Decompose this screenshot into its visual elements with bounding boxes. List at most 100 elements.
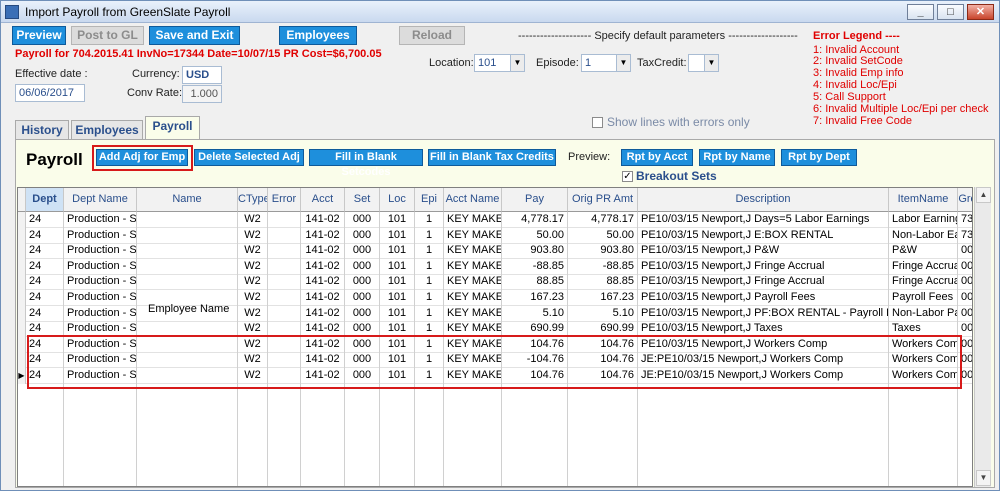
breakout-sets-checkbox[interactable]: ✓: [622, 171, 633, 182]
cell-epi[interactable]: 1: [415, 212, 444, 228]
cell-item-name[interactable]: Fringe Accrua: [889, 258, 958, 275]
cell-loc[interactable]: 101: [380, 274, 415, 291]
column-header-orig-pr-amt[interactable]: Orig PR Amt: [568, 188, 638, 212]
tab-employees[interactable]: Employees: [71, 120, 143, 140]
cell-epi[interactable]: 1: [415, 305, 444, 322]
cell-acct[interactable]: 141-02: [301, 274, 345, 291]
row-indicator[interactable]: [18, 290, 26, 306]
cell-loc[interactable]: 101: [380, 258, 415, 275]
cell-error[interactable]: [268, 305, 301, 322]
currency-field[interactable]: USD: [182, 66, 222, 84]
row-indicator[interactable]: [18, 227, 26, 244]
cell-acct-name[interactable]: KEY MAKE-: [444, 258, 502, 275]
cell-ctype[interactable]: W2: [238, 305, 268, 322]
cell-dept[interactable]: 24: [26, 290, 64, 306]
cell-set[interactable]: 000: [345, 243, 380, 260]
cell-item-name[interactable]: Payroll Fees: [889, 290, 958, 306]
cell-description[interactable]: PE10/03/15 Newport,J Payroll Fees: [638, 290, 889, 306]
column-header-gross[interactable]: Gro: [958, 188, 972, 212]
cell-acct-name[interactable]: KEY MAKE-: [444, 243, 502, 260]
cell-gross[interactable]: 00: [958, 274, 972, 291]
cell-epi[interactable]: 1: [415, 227, 444, 244]
conv-rate-field[interactable]: 1.000: [182, 85, 222, 103]
column-header-name[interactable]: Name: [137, 188, 238, 212]
cell-pay[interactable]: 4,778.17: [502, 212, 568, 228]
cell-epi[interactable]: 1: [415, 243, 444, 260]
cell-gross[interactable]: 73: [958, 228, 972, 244]
cell-set[interactable]: 000: [345, 274, 380, 291]
scroll-down-icon[interactable]: ▼: [976, 470, 991, 486]
cell-gross[interactable]: 73: [958, 212, 972, 228]
chevron-down-icon[interactable]: ▼: [704, 55, 718, 71]
location-select[interactable]: 101 ▼: [474, 54, 525, 72]
cell-ctype[interactable]: W2: [238, 274, 268, 291]
cell-dept-name[interactable]: Production - Se: [64, 274, 137, 291]
cell-name[interactable]: [137, 274, 238, 291]
column-header-set[interactable]: Set: [345, 188, 380, 212]
cell-error[interactable]: [268, 243, 301, 260]
effective-date-field[interactable]: 06/06/2017: [15, 84, 85, 102]
cell-pay[interactable]: 167.23: [502, 290, 568, 306]
row-indicator[interactable]: [18, 336, 26, 353]
cell-error[interactable]: [268, 274, 301, 291]
fill-blank-tax-credits-button[interactable]: Fill in Blank Tax Credits: [428, 149, 556, 166]
cell-acct[interactable]: 141-02: [301, 227, 345, 244]
cell-ctype[interactable]: W2: [238, 243, 268, 260]
cell-name[interactable]: [137, 212, 238, 228]
cell-orig-pr-amt[interactable]: -88.85: [568, 258, 638, 275]
cell-pay[interactable]: 88.85: [502, 274, 568, 291]
cell-pay[interactable]: 5.10: [502, 305, 568, 322]
cell-gross[interactable]: 00: [958, 306, 972, 322]
cell-orig-pr-amt[interactable]: 5.10: [568, 305, 638, 322]
cell-set[interactable]: 000: [345, 290, 380, 306]
cell-dept-name[interactable]: Production - Se: [64, 212, 137, 228]
cell-acct-name[interactable]: KEY MAKE-: [444, 227, 502, 244]
cell-loc[interactable]: 101: [380, 290, 415, 306]
cell-description[interactable]: PE10/03/15 Newport,J PF:BOX RENTAL - Pay…: [638, 305, 889, 322]
show-errors-only-checkbox[interactable]: [592, 117, 603, 128]
cell-ctype[interactable]: W2: [238, 212, 268, 228]
cell-gross[interactable]: 00: [958, 243, 972, 260]
cell-description[interactable]: PE10/03/15 Newport,J P&W: [638, 243, 889, 260]
cell-error[interactable]: [268, 212, 301, 228]
cell-dept-name[interactable]: Production - Se: [64, 243, 137, 260]
column-header-epi[interactable]: Epi: [415, 188, 444, 212]
column-header-pay[interactable]: Pay: [502, 188, 568, 212]
cell-item-name[interactable]: P&W: [889, 243, 958, 260]
rpt-by-dept-button[interactable]: Rpt by Dept: [781, 149, 857, 166]
row-indicator[interactable]: ▶: [18, 368, 26, 384]
employees-button[interactable]: Employees: [279, 26, 357, 45]
chevron-down-icon[interactable]: ▼: [616, 55, 630, 71]
tab-history[interactable]: History: [15, 120, 69, 140]
cell-ctype[interactable]: W2: [238, 258, 268, 275]
cell-name[interactable]: [137, 258, 238, 275]
column-header-item-name[interactable]: ItemName: [889, 188, 958, 212]
cell-acct[interactable]: 141-02: [301, 290, 345, 306]
cell-pay[interactable]: 50.00: [502, 227, 568, 244]
column-header-dept[interactable]: Dept: [26, 188, 64, 212]
cell-dept-name[interactable]: Production - Se: [64, 227, 137, 244]
row-indicator[interactable]: [18, 305, 26, 322]
column-header-dept-name[interactable]: Dept Name: [64, 188, 137, 212]
cell-acct-name[interactable]: KEY MAKE-: [444, 305, 502, 322]
cell-dept[interactable]: 24: [26, 274, 64, 291]
cell-orig-pr-amt[interactable]: 50.00: [568, 227, 638, 244]
cell-epi[interactable]: 1: [415, 274, 444, 291]
cell-item-name[interactable]: Non-Labor Ea: [889, 227, 958, 244]
cell-description[interactable]: PE10/03/15 Newport,J Fringe Accrual: [638, 258, 889, 275]
column-header-loc[interactable]: Loc: [380, 188, 415, 212]
scroll-up-icon[interactable]: ▲: [976, 187, 991, 203]
cell-epi[interactable]: 1: [415, 290, 444, 306]
cell-dept-name[interactable]: Production - Se: [64, 258, 137, 275]
episode-select[interactable]: 1 ▼: [581, 54, 631, 72]
cell-item-name[interactable]: Labor Earning: [889, 212, 958, 228]
cell-gross[interactable]: 00: [958, 290, 972, 306]
column-header-ctype[interactable]: CType: [238, 188, 268, 212]
row-indicator[interactable]: [18, 243, 26, 260]
cell-ctype[interactable]: W2: [238, 227, 268, 244]
rpt-by-name-button[interactable]: Rpt by Name: [699, 149, 775, 166]
cell-dept-name[interactable]: Production - Se: [64, 305, 137, 322]
cell-item-name[interactable]: Fringe Accrua: [889, 274, 958, 291]
cell-acct[interactable]: 141-02: [301, 258, 345, 275]
cell-error[interactable]: [268, 227, 301, 244]
